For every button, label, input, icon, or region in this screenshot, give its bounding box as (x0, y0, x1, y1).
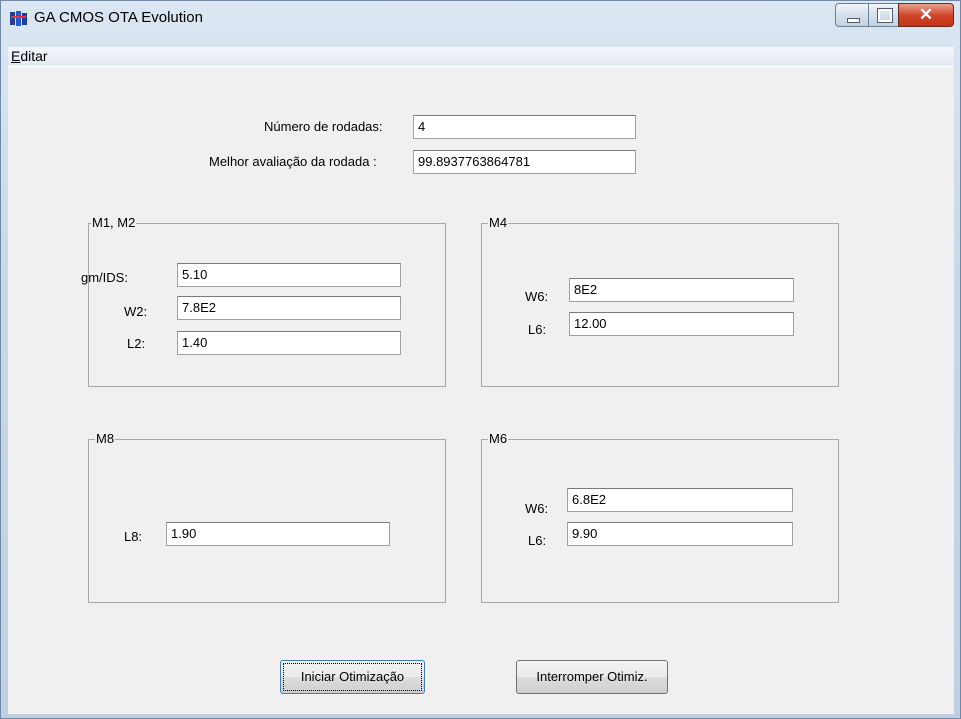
close-icon: ✕ (918, 5, 934, 24)
melhor-label: Melhor avaliação da rodada : (209, 154, 377, 169)
app-window: GA CMOS OTA Evolution ✕ Editar Número de… (0, 0, 961, 719)
menu-editar-label: ditar (20, 48, 48, 64)
l2-field[interactable]: 1.40 (177, 331, 401, 355)
minimize-icon (847, 18, 860, 23)
group-m4-title: M4 (488, 215, 509, 230)
m4-w6-label: W6: (525, 289, 549, 304)
group-m8-title: M8 (95, 431, 116, 446)
maximize-icon (877, 8, 893, 23)
w2-field[interactable]: 7.8E2 (177, 296, 401, 320)
group-m1m2-title: M1, M2 (91, 215, 137, 230)
menu-bar: Editar (8, 47, 954, 66)
rodadas-field[interactable]: 4 (413, 115, 636, 139)
iniciar-otimizacao-button[interactable]: Iniciar Otimização (280, 660, 425, 694)
gm-ids-label: gm/IDS: (81, 270, 128, 285)
menu-editar-accelerator: E (11, 48, 21, 64)
gm-ids-field[interactable]: 5.10 (177, 263, 401, 287)
rodadas-label: Número de rodadas: (264, 119, 383, 134)
group-m4: M4 (481, 215, 839, 387)
melhor-field[interactable]: 99.8937763864781 (413, 150, 636, 174)
m4-l6-label: L6: (528, 322, 547, 337)
l8-label: L8: (124, 529, 143, 544)
window-title: GA CMOS OTA Evolution (34, 9, 203, 26)
minimize-button[interactable] (835, 3, 869, 27)
group-m8: M8 (88, 431, 446, 603)
m6-w6-label: W6: (525, 501, 549, 516)
menu-editar[interactable]: Editar (11, 48, 48, 64)
m4-w6-field[interactable]: 8E2 (569, 278, 794, 302)
m6-l6-label: L6: (528, 533, 547, 548)
m4-l6-field[interactable]: 12.00 (569, 312, 794, 336)
maximize-button[interactable] (868, 3, 899, 27)
close-button[interactable]: ✕ (898, 3, 954, 27)
m6-l6-field[interactable]: 9.90 (567, 522, 793, 546)
group-m6-title: M6 (488, 431, 509, 446)
app-icon (10, 11, 27, 26)
group-m6: M6 (481, 431, 839, 603)
w2-label: W2: (124, 304, 148, 319)
title-bar[interactable]: GA CMOS OTA Evolution ✕ (1, 1, 960, 47)
l2-label: L2: (127, 336, 146, 351)
m6-w6-field[interactable]: 6.8E2 (567, 488, 793, 512)
interromper-otimiz-button[interactable]: Interromper Otimiz. (516, 660, 668, 694)
l8-field[interactable]: 1.90 (166, 522, 390, 546)
client-area: Número de rodadas: 4 Melhor avaliação da… (8, 66, 954, 714)
